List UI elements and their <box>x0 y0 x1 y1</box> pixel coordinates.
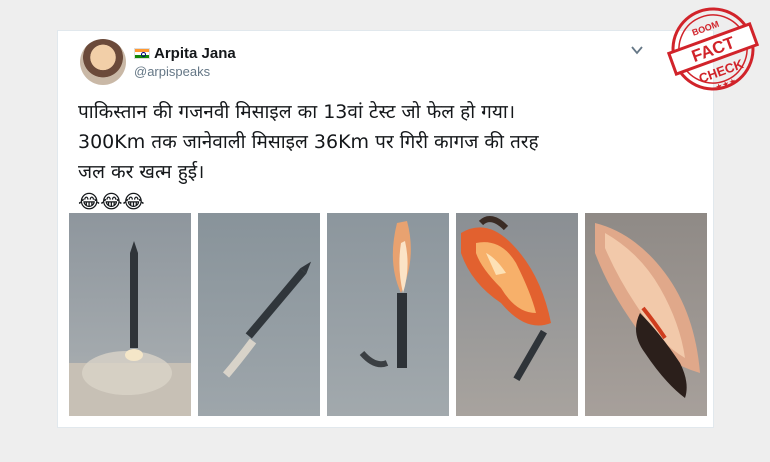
missile-launch-photo-5[interactable] <box>585 213 707 416</box>
tweet-text-line: 300Km तक जानेवाली मिसाइल 36Km पर गिरी का… <box>78 131 539 153</box>
user-handle[interactable]: @arpispeaks <box>134 64 210 79</box>
tweet-photo-strip <box>69 213 707 416</box>
missile-launch-photo-1[interactable] <box>69 213 191 416</box>
avatar[interactable] <box>80 39 126 85</box>
tweet-card: Arpita Jana @arpispeaks पाकिस्तान की गजन… <box>57 30 714 428</box>
missile-launch-photo-4[interactable] <box>456 213 578 416</box>
tweet-text: पाकिस्तान की गजनवी मिसाइल का 13वां टेस्ट… <box>78 97 698 217</box>
fact-check-stamp: BOOM FACT CHECK ★★★ <box>666 2 760 96</box>
india-flag-icon <box>134 48 150 59</box>
tweet-author: Arpita Jana <box>134 45 236 62</box>
tweet-text-line: जल कर खत्म हुई। <box>78 161 205 183</box>
missile-launch-photo-3[interactable] <box>327 213 449 416</box>
missile-launch-photo-2[interactable] <box>198 213 320 416</box>
display-name[interactable]: Arpita Jana <box>154 45 236 62</box>
chevron-down-icon[interactable] <box>630 43 644 57</box>
tweet-text-line: पाकिस्तान की गजनवी मिसाइल का 13वां टेस्ट… <box>78 101 516 123</box>
